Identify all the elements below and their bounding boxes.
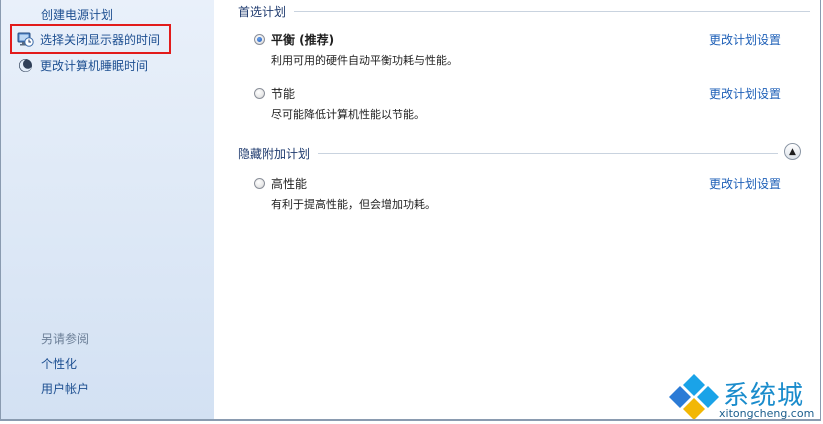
section-title: 首选计划 <box>238 5 287 19</box>
sidebar-item-label: 更改计算机睡眠时间 <box>40 59 149 73</box>
plan-radio-high-performance[interactable] <box>254 178 265 189</box>
divider <box>318 153 779 154</box>
plan-description: 利用可用的硬件自动平衡功耗与性能。 <box>271 54 458 67</box>
plan-description: 尽可能降低计算机性能以节能。 <box>271 108 425 121</box>
hidden-plans-header: 隐藏附加计划 <box>238 145 779 162</box>
see-also-link-user-accounts[interactable]: 用户帐户 <box>41 380 89 397</box>
divider <box>294 11 811 12</box>
watermark-url: xitongcheng.com <box>719 407 815 420</box>
plan-radio-power-saver[interactable] <box>254 88 265 99</box>
see-also-link-personalization[interactable]: 个性化 <box>41 355 77 372</box>
change-plan-settings-link-high-performance[interactable]: 更改计划设置 <box>709 175 781 192</box>
diamond-logo-icon <box>669 374 719 419</box>
sidebar: 创建电源计划 选择关闭显示器的时间 更改计算机睡眠时间 另请参阅 个性化 用户帐… <box>1 0 214 419</box>
power-options-window: 创建电源计划 选择关闭显示器的时间 更改计算机睡眠时间 另请参阅 个性化 用户帐… <box>0 0 821 421</box>
main-panel: 首选计划 平衡 (推荐) 利用可用的硬件自动平衡功耗与性能。 更改计划设置 节能… <box>214 0 820 419</box>
sidebar-item-sleep-time[interactable]: 更改计算机睡眠时间 <box>17 57 148 74</box>
chevron-up-icon: ▲ <box>789 146 796 157</box>
plan-power-saver: 节能 尽可能降低计算机性能以节能。 <box>254 85 425 122</box>
plan-high-performance: 高性能 有利于提高性能，但会增加功耗。 <box>254 175 436 212</box>
plan-radio-balanced[interactable] <box>254 34 265 45</box>
section-title: 隐藏附加计划 <box>238 147 311 161</box>
plan-name: 平衡 (推荐) <box>271 33 335 47</box>
highlight-annotation-box <box>10 24 171 54</box>
collapse-hidden-plans-button[interactable]: ▲ <box>784 143 801 160</box>
see-also-heading: 另请参阅 <box>41 332 90 346</box>
plan-name: 节能 <box>271 87 296 101</box>
moon-sleep-icon <box>17 57 34 74</box>
plan-name: 高性能 <box>271 177 308 191</box>
watermark: 系统城 xitongcheng.com <box>669 372 820 420</box>
change-plan-settings-link-balanced[interactable]: 更改计划设置 <box>709 31 781 48</box>
plan-description: 有利于提高性能，但会增加功耗。 <box>271 198 436 211</box>
change-plan-settings-link-power-saver[interactable]: 更改计划设置 <box>709 85 781 102</box>
preferred-plans-header: 首选计划 <box>238 3 811 20</box>
plan-balanced: 平衡 (推荐) 利用可用的硬件自动平衡功耗与性能。 <box>254 31 458 68</box>
sidebar-item-create-plan[interactable]: 创建电源计划 <box>41 6 113 23</box>
